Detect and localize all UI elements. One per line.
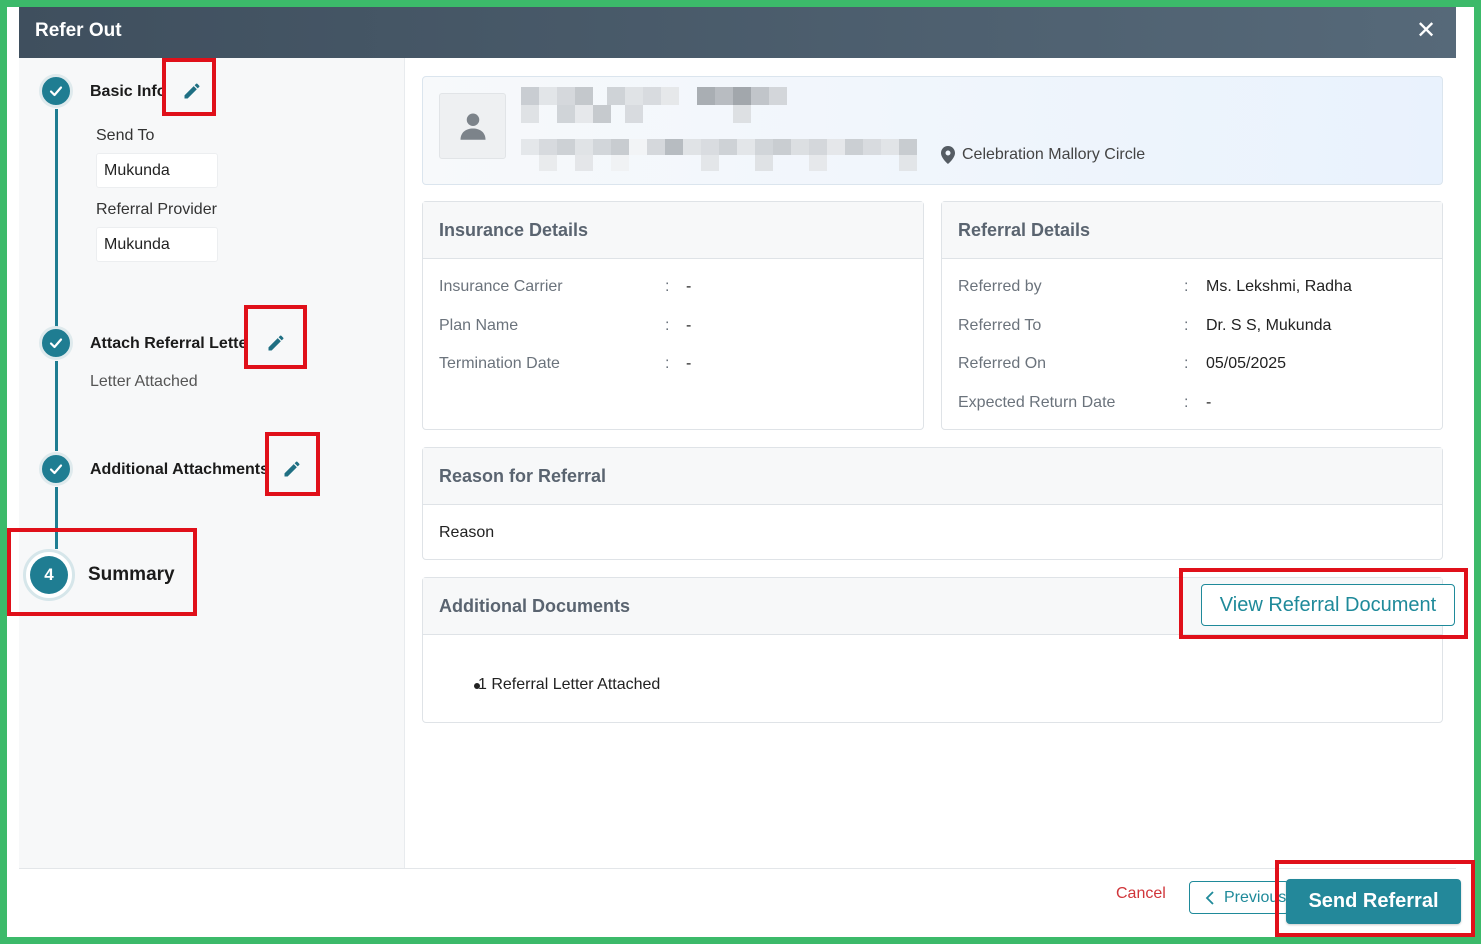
chevron-left-icon [1205,890,1214,905]
edit-pencil-icon [268,335,284,351]
referred-by-label: Referred by [958,278,1042,295]
insurance-carrier-label: Insurance Carrier [439,278,563,295]
previous-button[interactable]: Previous [1189,881,1289,914]
reason-for-referral-panel: Reason for Referral Reason [422,447,1443,560]
plan-name-sep: : [665,317,670,334]
step-number: 4 [30,556,68,594]
location-text: Celebration Mallory Circle [962,146,1146,163]
termination-date-label: Termination Date [439,355,560,372]
redacted-patient-details [521,139,929,171]
referred-to-label: Referred To [958,317,1042,334]
insurance-details-panel: Insurance Details Insurance Carrier : - … [422,201,924,430]
send-referral-button[interactable]: Send Referral [1286,879,1461,924]
plan-name-value: - [686,317,692,334]
send-to-value: Mukunda [96,153,218,188]
refer-out-modal: Refer Out ✕ Basic Info Send To Mukunda R… [7,7,1475,937]
cancel-button[interactable]: Cancel [1116,885,1166,903]
termination-date-sep: : [665,355,670,372]
referral-provider-value: Mukunda [96,227,218,262]
reason-title: Reason for Referral [423,448,1442,505]
referred-by-sep: : [1184,278,1189,295]
step-current-summary: 4 [23,549,75,601]
modal-title: Refer Out [35,20,122,41]
plan-name-label: Plan Name [439,317,519,334]
document-list-item: 1 Referral Letter Attached [478,676,661,693]
referred-to-value: Dr. S S, Mukunda [1206,317,1332,334]
referred-to-sep: : [1184,317,1189,334]
step-title-summary: Summary [88,564,175,585]
edit-additional-attachments-button[interactable] [278,455,306,483]
termination-date-value: - [686,355,692,372]
step-complete-additional-attachments [39,452,73,486]
referred-by-value: Ms. Lekshmi, Radha [1206,278,1352,295]
step-title-additional-attachments: Additional Attachments [90,461,269,478]
step-complete-attach-letter [39,326,73,360]
modal-header: Refer Out ✕ [19,7,1456,58]
map-pin-icon [941,146,955,164]
insurance-details-title: Insurance Details [423,202,923,259]
check-icon [49,464,63,475]
edit-basic-info-button[interactable] [178,77,206,105]
expected-return-date-sep: : [1184,394,1189,411]
reason-text: Reason [439,524,495,541]
letter-attached-status: Letter Attached [90,373,198,390]
referral-details-title: Referral Details [942,202,1442,259]
user-icon [460,113,485,140]
referred-on-value: 05/05/2025 [1206,355,1287,372]
step-connector [55,361,58,451]
edit-attach-letter-button[interactable] [262,329,290,357]
step-title-basic-info: Basic Info [90,83,162,100]
previous-label: Previous [1224,888,1287,906]
step-complete-basic-info [39,74,73,108]
step-connector [55,487,58,549]
view-referral-document-button[interactable]: View Referral Document [1201,584,1455,626]
insurance-carrier-sep: : [665,278,670,295]
referred-on-sep: : [1184,355,1189,372]
referral-provider-label: Referral Provider [96,201,217,218]
referred-on-label: Referred On [958,355,1047,372]
check-icon [49,338,63,349]
step-title-attach-letter: Attach Referral Letter [90,335,244,352]
close-icon[interactable]: ✕ [1414,17,1438,45]
step-connector [55,109,58,347]
check-icon [49,86,63,97]
send-to-label: Send To [96,127,155,144]
avatar [439,93,506,159]
patient-location: Celebration Mallory Circle [941,146,1145,164]
redacted-patient-name [521,87,787,123]
edit-pencil-icon [184,83,200,99]
expected-return-date-label: Expected Return Date [958,394,1116,411]
patient-card: Celebration Mallory Circle [422,76,1443,185]
edit-pencil-icon [284,461,300,477]
insurance-carrier-value: - [686,278,692,295]
referral-details-panel: Referral Details Referred by : Ms. Leksh… [941,201,1443,430]
expected-return-date-value: - [1206,394,1212,411]
